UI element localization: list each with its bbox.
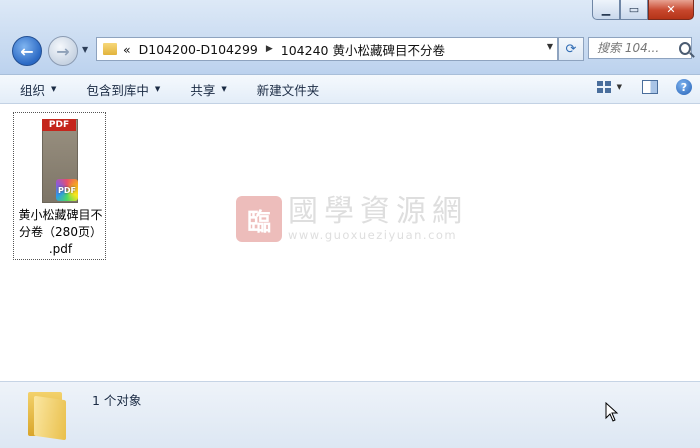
close-button[interactable]: ✕: [648, 0, 694, 20]
watermark: 臨 國學資源網 www.guoxueziyuan.com: [236, 196, 468, 242]
refresh-icon: ⟳: [565, 41, 577, 57]
forward-button[interactable]: →: [48, 36, 78, 66]
file-name-line3: .pdf: [48, 242, 73, 256]
pdf-thumb-label: PDF: [42, 119, 76, 131]
preview-pane-icon[interactable]: [642, 80, 658, 94]
chevron-down-icon: ▼: [82, 45, 89, 54]
maximize-button[interactable]: ▭: [620, 0, 648, 20]
address-dropdown-icon[interactable]: ▼: [547, 42, 553, 51]
breadcrumb-separator-icon[interactable]: ▶: [266, 44, 273, 54]
details-pane: 1 个对象: [0, 381, 700, 448]
file-item-pdf[interactable]: PDF PDF 黄小松藏碑目不 分卷（280页） .pdf: [13, 112, 106, 260]
include-library-menu[interactable]: 包含到库中 ▼: [80, 80, 166, 99]
command-bar: 组织 ▼ 包含到库中 ▼ 共享 ▼ 新建文件夹 ▼ ?: [0, 75, 700, 104]
watermark-title: 國學資源網: [288, 194, 468, 229]
back-arrow-icon: ←: [20, 41, 34, 61]
file-list[interactable]: PDF PDF 黄小松藏碑目不 分卷（280页） .pdf 臨 國學資源網 ww…: [0, 104, 700, 380]
window-controls: ▁ ▭ ✕: [592, 0, 694, 20]
new-folder-label: 新建文件夹: [256, 82, 320, 98]
help-icon[interactable]: ?: [676, 79, 692, 95]
include-library-label: 包含到库中: [86, 82, 149, 98]
new-folder-button[interactable]: 新建文件夹: [251, 80, 326, 99]
close-icon: ✕: [666, 3, 676, 16]
recent-pages-dropdown[interactable]: ▼: [82, 45, 88, 54]
watermark-url: www.guoxueziyuan.com: [288, 228, 458, 242]
pdf-badge-icon: PDF: [56, 179, 78, 201]
search-box[interactable]: [588, 37, 692, 59]
file-name: 黄小松藏碑目不 分卷（280页） .pdf: [14, 207, 107, 258]
address-bar[interactable]: « D104200-D104299 ▶ 104240 黄小松藏碑目不分卷 ▼: [96, 37, 558, 61]
refresh-button[interactable]: ⟳: [558, 37, 584, 61]
chevron-down-icon: ▼: [51, 85, 57, 93]
file-name-line1: 黄小松藏碑目不: [18, 208, 103, 222]
pdf-file-icon: PDF PDF: [42, 119, 80, 205]
watermark-seal-icon: 臨: [236, 196, 282, 242]
minimize-icon: ▁: [601, 3, 611, 16]
forward-arrow-icon: →: [56, 41, 70, 61]
breadcrumb-overflow[interactable]: «: [123, 42, 131, 57]
watermark-text: 國學資源網 www.guoxueziyuan.com: [288, 194, 468, 243]
share-menu[interactable]: 共享 ▼: [184, 80, 232, 99]
breadcrumb-current[interactable]: 104240 黄小松藏碑目不分卷: [281, 40, 445, 59]
search-input[interactable]: [595, 40, 675, 56]
breadcrumb-parent[interactable]: D104200-D104299: [139, 42, 258, 57]
maximize-icon: ▭: [628, 3, 640, 16]
view-options-icon[interactable]: [596, 81, 611, 93]
large-folder-icon: [26, 388, 70, 441]
organize-menu[interactable]: 组织 ▼: [14, 80, 62, 99]
view-options-dropdown[interactable]: ▼: [617, 83, 622, 91]
organize-label: 组织: [20, 82, 46, 98]
minimize-button[interactable]: ▁: [592, 0, 620, 20]
search-icon[interactable]: [679, 41, 691, 55]
window-chrome: ▁ ▭ ✕ ← → ▼ « D104200-D104299 ▶ 104240 黄…: [0, 0, 700, 75]
chevron-down-icon: ▼: [154, 85, 161, 93]
toolbar-right: ▼ ?: [596, 79, 692, 95]
share-label: 共享: [190, 82, 216, 98]
folder-icon: [103, 43, 117, 55]
item-count: 1 个对象: [92, 393, 142, 408]
back-button[interactable]: ←: [12, 36, 42, 66]
chevron-down-icon: ▼: [221, 85, 227, 93]
file-name-line2: 分卷（280页）: [19, 225, 102, 239]
